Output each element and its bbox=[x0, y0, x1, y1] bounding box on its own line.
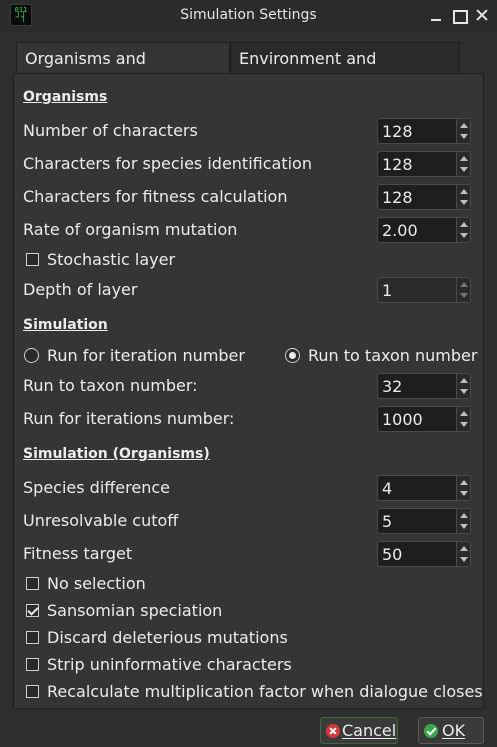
iterations-number-spinbox[interactable]: 1000 bbox=[377, 406, 471, 432]
section-heading-organisms: Organisms bbox=[23, 89, 108, 105]
unresolvable-cutoff-value[interactable]: 5 bbox=[382, 512, 392, 531]
fitness-chars-value[interactable]: 128 bbox=[382, 188, 413, 207]
spin-down-icon[interactable] bbox=[460, 389, 468, 394]
ok-button[interactable]: OK bbox=[418, 717, 484, 744]
mutation-rate-label: Rate of organism mutation bbox=[23, 220, 238, 239]
spin-up-icon[interactable] bbox=[460, 546, 468, 551]
spin-up-icon[interactable] bbox=[460, 189, 468, 194]
run-iteration-label[interactable]: Run for iteration number bbox=[47, 346, 245, 365]
no-selection-checkbox[interactable] bbox=[26, 577, 39, 590]
number-of-characters-value[interactable]: 128 bbox=[382, 122, 413, 141]
recalculate-factor-label[interactable]: Recalculate multiplication factor when d… bbox=[47, 682, 483, 701]
species-id-chars-value[interactable]: 128 bbox=[382, 155, 413, 174]
spin-up-icon[interactable] bbox=[460, 480, 468, 485]
spin-up-icon[interactable] bbox=[460, 513, 468, 518]
iterations-number-value[interactable]: 1000 bbox=[382, 410, 423, 429]
section-heading-simulation-organisms: Simulation (Organisms) bbox=[23, 446, 210, 462]
sansomian-speciation-label[interactable]: Sansomian speciation bbox=[47, 601, 222, 620]
strip-uninformative-label[interactable]: Strip uninformative characters bbox=[47, 655, 292, 674]
spin-up-icon[interactable] bbox=[460, 411, 468, 416]
spin-down-icon[interactable] bbox=[460, 134, 468, 139]
unresolvable-cutoff-label: Unresolvable cutoff bbox=[23, 511, 179, 530]
species-difference-value[interactable]: 4 bbox=[382, 479, 392, 498]
depth-of-layer-label: Depth of layer bbox=[23, 280, 138, 299]
fitness-chars-spinbox[interactable]: 128 bbox=[377, 184, 471, 210]
run-iteration-radio[interactable] bbox=[24, 348, 39, 363]
spin-down-icon[interactable] bbox=[460, 422, 468, 427]
check-icon bbox=[424, 724, 438, 738]
taxon-number-label: Run to taxon number: bbox=[23, 376, 198, 395]
spin-down-icon[interactable] bbox=[460, 557, 468, 562]
spin-arrows[interactable] bbox=[456, 374, 470, 398]
tab-organisms-and-simulation[interactable]: Organisms and simulation bbox=[16, 42, 230, 99]
spin-down-icon[interactable] bbox=[460, 524, 468, 529]
taxon-number-spinbox[interactable]: 32 bbox=[377, 373, 471, 399]
species-id-chars-spinbox[interactable]: 128 bbox=[377, 151, 471, 177]
spin-arrows[interactable] bbox=[456, 542, 470, 566]
discard-deleterious-checkbox[interactable] bbox=[26, 631, 39, 644]
cancel-button-label: Cancel bbox=[342, 721, 397, 740]
spin-down-icon[interactable] bbox=[460, 200, 468, 205]
spin-down-icon[interactable] bbox=[460, 293, 468, 298]
taxon-number-value[interactable]: 32 bbox=[382, 377, 402, 396]
sansomian-speciation-checkbox[interactable] bbox=[26, 604, 39, 617]
spin-arrows[interactable] bbox=[456, 476, 470, 500]
depth-of-layer-value[interactable]: 1 bbox=[382, 281, 392, 300]
spin-arrows[interactable] bbox=[456, 509, 470, 533]
run-taxon-radio[interactable] bbox=[285, 348, 300, 363]
discard-deleterious-label[interactable]: Discard deleterious mutations bbox=[47, 628, 288, 647]
number-of-characters-spinbox[interactable]: 128 bbox=[377, 118, 471, 144]
number-of-characters-label: Number of characters bbox=[23, 121, 198, 140]
tab-environment-and-extinction[interactable]: Environment and extinction bbox=[230, 42, 460, 99]
recalculate-factor-checkbox[interactable] bbox=[26, 685, 39, 698]
spin-arrows[interactable] bbox=[456, 119, 470, 143]
no-selection-label[interactable]: No selection bbox=[47, 574, 146, 593]
fitness-chars-label: Characters for fitness calculation bbox=[23, 187, 288, 206]
window-title: Simulation Settings bbox=[180, 7, 317, 23]
species-difference-label: Species difference bbox=[23, 478, 170, 497]
fitness-target-value[interactable]: 50 bbox=[382, 545, 402, 564]
spin-down-icon[interactable] bbox=[460, 491, 468, 496]
cancel-icon bbox=[326, 724, 340, 738]
spin-arrows[interactable] bbox=[456, 218, 470, 242]
strip-uninformative-checkbox[interactable] bbox=[26, 658, 39, 671]
minimize-icon[interactable] bbox=[428, 6, 444, 24]
run-taxon-label[interactable]: Run to taxon number bbox=[308, 346, 477, 365]
depth-of-layer-spinbox[interactable]: 1 bbox=[377, 277, 471, 303]
spin-up-icon[interactable] bbox=[460, 282, 468, 287]
title-bar: 011 ┘┤ Simulation Settings bbox=[0, 0, 497, 32]
maximize-icon[interactable] bbox=[451, 6, 468, 24]
cancel-button[interactable]: Cancel bbox=[320, 717, 398, 744]
mutation-rate-spinbox[interactable]: 2.00 bbox=[377, 217, 471, 243]
close-icon[interactable] bbox=[474, 6, 490, 24]
spin-up-icon[interactable] bbox=[460, 156, 468, 161]
ok-button-label: OK bbox=[442, 721, 466, 740]
species-difference-spinbox[interactable]: 4 bbox=[377, 475, 471, 501]
unresolvable-cutoff-spinbox[interactable]: 5 bbox=[377, 508, 471, 534]
spin-up-icon[interactable] bbox=[460, 378, 468, 383]
spin-down-icon[interactable] bbox=[460, 233, 468, 238]
spin-down-icon[interactable] bbox=[460, 167, 468, 172]
fitness-target-spinbox[interactable]: 50 bbox=[377, 541, 471, 567]
spin-arrows[interactable] bbox=[456, 152, 470, 176]
spin-arrows[interactable] bbox=[456, 185, 470, 209]
spin-up-icon[interactable] bbox=[460, 123, 468, 128]
fitness-target-label: Fitness target bbox=[23, 544, 133, 563]
spin-arrows[interactable] bbox=[456, 407, 470, 431]
section-heading-simulation: Simulation bbox=[23, 317, 108, 333]
species-id-chars-label: Characters for species identification bbox=[23, 154, 312, 173]
iterations-number-label: Run for iterations number: bbox=[23, 409, 235, 428]
spin-up-icon[interactable] bbox=[460, 222, 468, 227]
stochastic-layer-checkbox[interactable] bbox=[26, 253, 39, 266]
mutation-rate-value[interactable]: 2.00 bbox=[382, 221, 418, 240]
stochastic-layer-label[interactable]: Stochastic layer bbox=[47, 250, 175, 269]
spin-arrows[interactable] bbox=[456, 278, 470, 302]
